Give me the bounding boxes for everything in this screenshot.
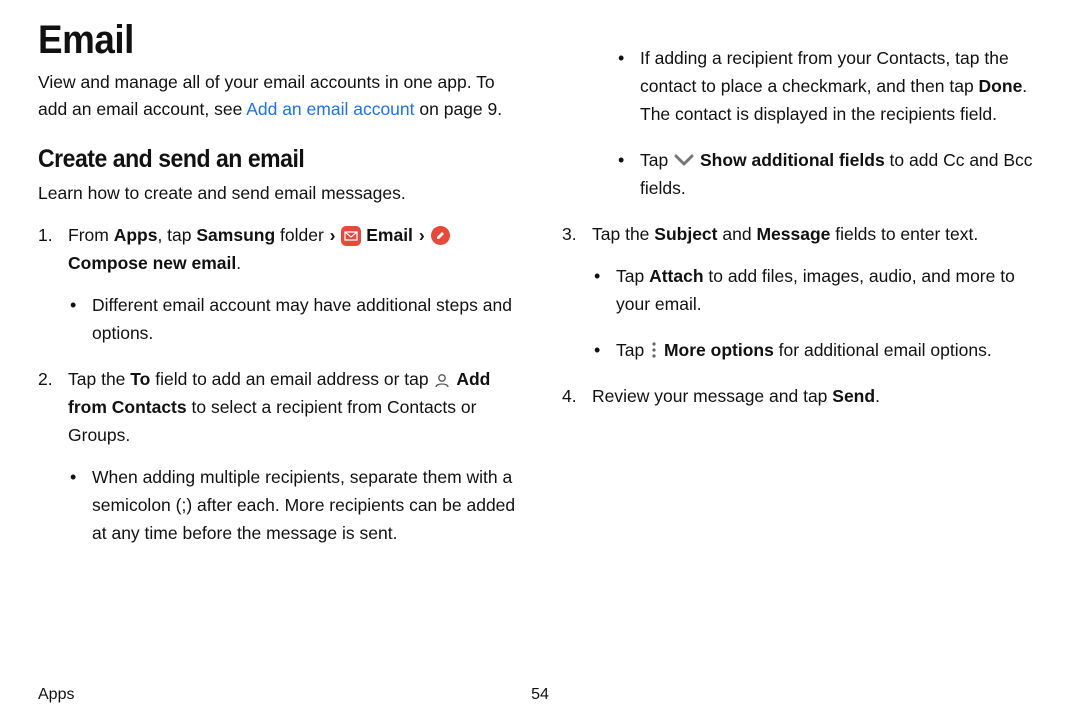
steps-list: From Apps, tap Samsung folder › Email › … (38, 221, 518, 547)
document-page: Email View and manage all of your email … (0, 0, 1080, 720)
t: Tap the (592, 224, 654, 244)
step-4: Review your message and tap Send. (562, 382, 1042, 410)
bold-attach: Attach (649, 266, 703, 286)
compose-icon (431, 226, 450, 245)
section-subtitle: Learn how to create and send email messa… (38, 180, 518, 207)
t: If adding a recipient from your Contacts… (640, 48, 1009, 96)
step3-sublist: Tap Attach to add files, images, audio, … (592, 262, 1042, 364)
chevron-right-icon: › (330, 221, 336, 249)
steps-list-continued: Tap the Subject and Message fields to en… (562, 220, 1042, 410)
step2-sublist-col2: If adding a recipient from your Contacts… (562, 44, 1042, 202)
chevron-down-icon (673, 152, 695, 168)
bold-done: Done (979, 76, 1023, 96)
bold-message: Message (756, 224, 830, 244)
link-add-email-account[interactable]: Add an email account (246, 99, 414, 119)
step1-text: From Apps, tap Samsung folder › Email › … (68, 225, 450, 273)
step3-text: Tap the Subject and Message fields to en… (592, 224, 978, 244)
bold-show-additional-fields: Show additional fields (700, 150, 885, 170)
bold-apps: Apps (114, 225, 158, 245)
more-options-icon (649, 341, 659, 359)
t: . (875, 386, 880, 406)
bold-more-options: More options (664, 340, 774, 360)
bold-email: Email (366, 225, 413, 245)
step3-bullet-more-options: Tap More options for additional email op… (592, 336, 1042, 364)
t: fields to enter text. (830, 224, 978, 244)
step2-bullet-semicolon: When adding multiple recipients, separat… (68, 463, 518, 547)
page-title: Email (38, 18, 480, 63)
step2-bullet-show-fields: Tap Show additional fields to add Cc and… (616, 146, 1042, 202)
bold-subject: Subject (654, 224, 717, 244)
step2-text: Tap the To field to add an email address… (68, 369, 490, 445)
contact-icon (433, 371, 451, 389)
two-column-layout: Email View and manage all of your email … (38, 18, 1042, 565)
t: Tap (640, 150, 673, 170)
section-heading: Create and send an email (38, 145, 480, 174)
footer-section-label: Apps (38, 686, 74, 704)
step1-sublist: Different email account may have additio… (68, 291, 518, 347)
step-3: Tap the Subject and Message fields to en… (562, 220, 1042, 364)
step2-sublist-col1: When adding multiple recipients, separat… (68, 463, 518, 547)
footer-page-number: 54 (531, 686, 549, 704)
bold-compose: Compose new email (68, 253, 236, 273)
bold-to: To (130, 369, 150, 389)
step2-bullet-contacts-done: If adding a recipient from your Contacts… (616, 44, 1042, 128)
t: Review your message and tap (592, 386, 832, 406)
step3-bullet-attach: Tap Attach to add files, images, audio, … (592, 262, 1042, 318)
step-1: From Apps, tap Samsung folder › Email › … (38, 221, 518, 347)
t: , tap (157, 225, 196, 245)
t: folder (275, 225, 329, 245)
t: Tap (616, 266, 649, 286)
t: Tap (616, 340, 649, 360)
t: field to add an email address or tap (150, 369, 433, 389)
step-2: Tap the To field to add an email address… (38, 365, 518, 547)
column-right: If adding a recipient from your Contacts… (562, 18, 1042, 565)
t: . (236, 253, 241, 273)
bold-send: Send (832, 386, 875, 406)
column-offset (562, 18, 1042, 30)
email-icon (341, 226, 361, 246)
intro-text-2: on page 9. (415, 99, 503, 119)
chevron-right-icon: › (419, 221, 425, 249)
t: for additional email options. (774, 340, 992, 360)
bold-samsung: Samsung (196, 225, 275, 245)
t: Tap the (68, 369, 130, 389)
t: and (718, 224, 757, 244)
column-left: Email View and manage all of your email … (38, 18, 518, 565)
step1-bullet: Different email account may have additio… (68, 291, 518, 347)
intro-paragraph: View and manage all of your email accoun… (38, 69, 518, 123)
page-footer: Apps 54 (38, 686, 1042, 704)
t: From (68, 225, 114, 245)
